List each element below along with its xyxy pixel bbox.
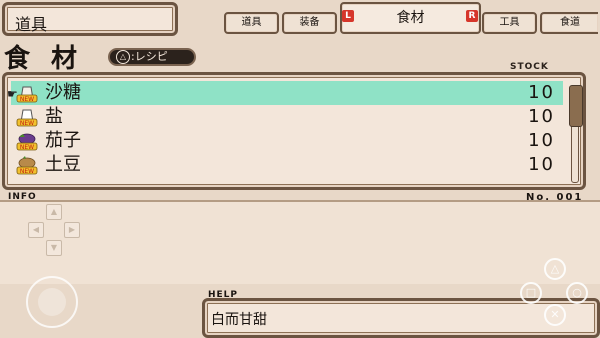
- item-quantity: 10: [528, 154, 555, 175]
- dpad-left-icon[interactable]: ◀: [28, 222, 44, 238]
- info-label: INFO: [8, 192, 37, 202]
- item-quantity: 10: [528, 106, 555, 127]
- list-item[interactable]: NEW 盐 10: [11, 105, 563, 129]
- list-item[interactable]: NEW 土豆 10: [11, 153, 563, 177]
- help-text: 白而甘甜: [211, 312, 267, 328]
- item-name: 茄子: [45, 130, 81, 151]
- triangle-button[interactable]: △: [544, 258, 566, 280]
- cross-button[interactable]: ✕: [544, 304, 566, 326]
- new-badge: NEW: [20, 120, 34, 127]
- dpad-up-icon[interactable]: ▲: [46, 204, 62, 220]
- new-badge: NEW: [20, 96, 34, 103]
- tab-items[interactable]: 道具: [224, 12, 279, 34]
- new-badge: NEW: [20, 144, 34, 151]
- dpad-right-icon[interactable]: ▶: [64, 222, 80, 238]
- salt-bag-icon: NEW: [16, 109, 38, 127]
- recipe-button-label: :レシピ: [131, 50, 168, 63]
- circle-button[interactable]: ○: [566, 282, 588, 304]
- eggplant-icon: NEW: [16, 133, 38, 151]
- section-title: 食 材: [4, 44, 84, 74]
- square-button[interactable]: □: [520, 282, 542, 304]
- l-trigger-icon[interactable]: L: [342, 10, 354, 22]
- item-quantity: 10: [528, 82, 555, 103]
- stock-header: STOCK: [510, 62, 549, 72]
- item-name: 土豆: [45, 154, 81, 175]
- sugar-bag-icon: NEW: [16, 86, 38, 103]
- dpad-down-icon[interactable]: ▼: [46, 240, 62, 256]
- info-panel: [0, 200, 600, 284]
- triangle-button-icon: △: [116, 50, 130, 64]
- r-trigger-icon[interactable]: R: [466, 10, 478, 22]
- analog-stick[interactable]: [26, 276, 78, 328]
- ingredient-list: ☛ NEW 沙糖 10 NEW 盐 10 NEW 茄子 10 NEW 土豆 10: [2, 72, 586, 190]
- potato-icon: NEW: [16, 156, 38, 175]
- tab-equipment[interactable]: 装备: [282, 12, 337, 34]
- list-item[interactable]: ☛ NEW 沙糖 10: [7, 81, 563, 105]
- tab-dishes[interactable]: 食道: [540, 12, 598, 34]
- list-item[interactable]: NEW 茄子 10: [11, 129, 563, 153]
- item-name: 沙糖: [45, 82, 81, 103]
- category-display: 道具: [2, 2, 178, 36]
- scrollbar-thumb[interactable]: [569, 85, 583, 127]
- recipe-button[interactable]: △:レシピ: [108, 48, 196, 66]
- category-label: 道具: [15, 15, 48, 34]
- item-number: No. 001: [526, 192, 584, 203]
- tab-tools[interactable]: 工具: [482, 12, 537, 34]
- help-box: 白而甘甜: [202, 298, 600, 338]
- new-badge: NEW: [20, 168, 34, 175]
- item-quantity: 10: [528, 130, 555, 151]
- tab-ingredients[interactable]: 食材: [340, 2, 481, 34]
- item-name: 盐: [45, 106, 63, 127]
